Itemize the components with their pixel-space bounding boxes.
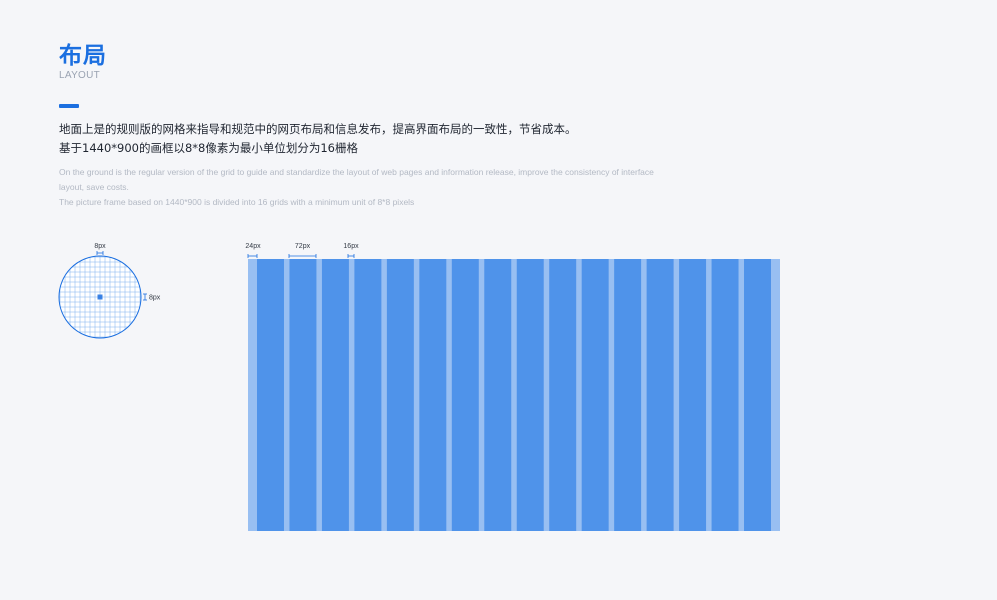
grid-column (289, 259, 317, 531)
circle-grid-unit-cell (97, 294, 103, 300)
column-grid-illustration: 24px 72px 16px (245, 243, 780, 531)
margin-dimension-label: 24px (245, 243, 261, 250)
grid-column (386, 259, 414, 531)
circle-top-dimension-label: 8px (94, 243, 106, 250)
layout-illustrations: 8px 8px 24px 72px 16px (58, 243, 780, 531)
grid-column (744, 259, 771, 531)
grid-column (646, 259, 674, 531)
circle-grid-illustration: 8px 8px (58, 243, 161, 339)
grid-column (614, 259, 642, 531)
grid-column (711, 259, 739, 531)
grid-column (484, 259, 512, 531)
grid-column (321, 259, 349, 531)
gutter-dimension-label: 16px (343, 243, 359, 250)
grid-column (419, 259, 447, 531)
grid-column (679, 259, 707, 531)
grid-column (516, 259, 544, 531)
grid-column (549, 259, 577, 531)
grid-column (451, 259, 479, 531)
column-dimension-label: 72px (295, 243, 311, 250)
grid-column (581, 259, 609, 531)
grid-column (257, 259, 284, 531)
grid-column (354, 259, 382, 531)
circle-side-dimension-label: 8px (149, 295, 161, 302)
